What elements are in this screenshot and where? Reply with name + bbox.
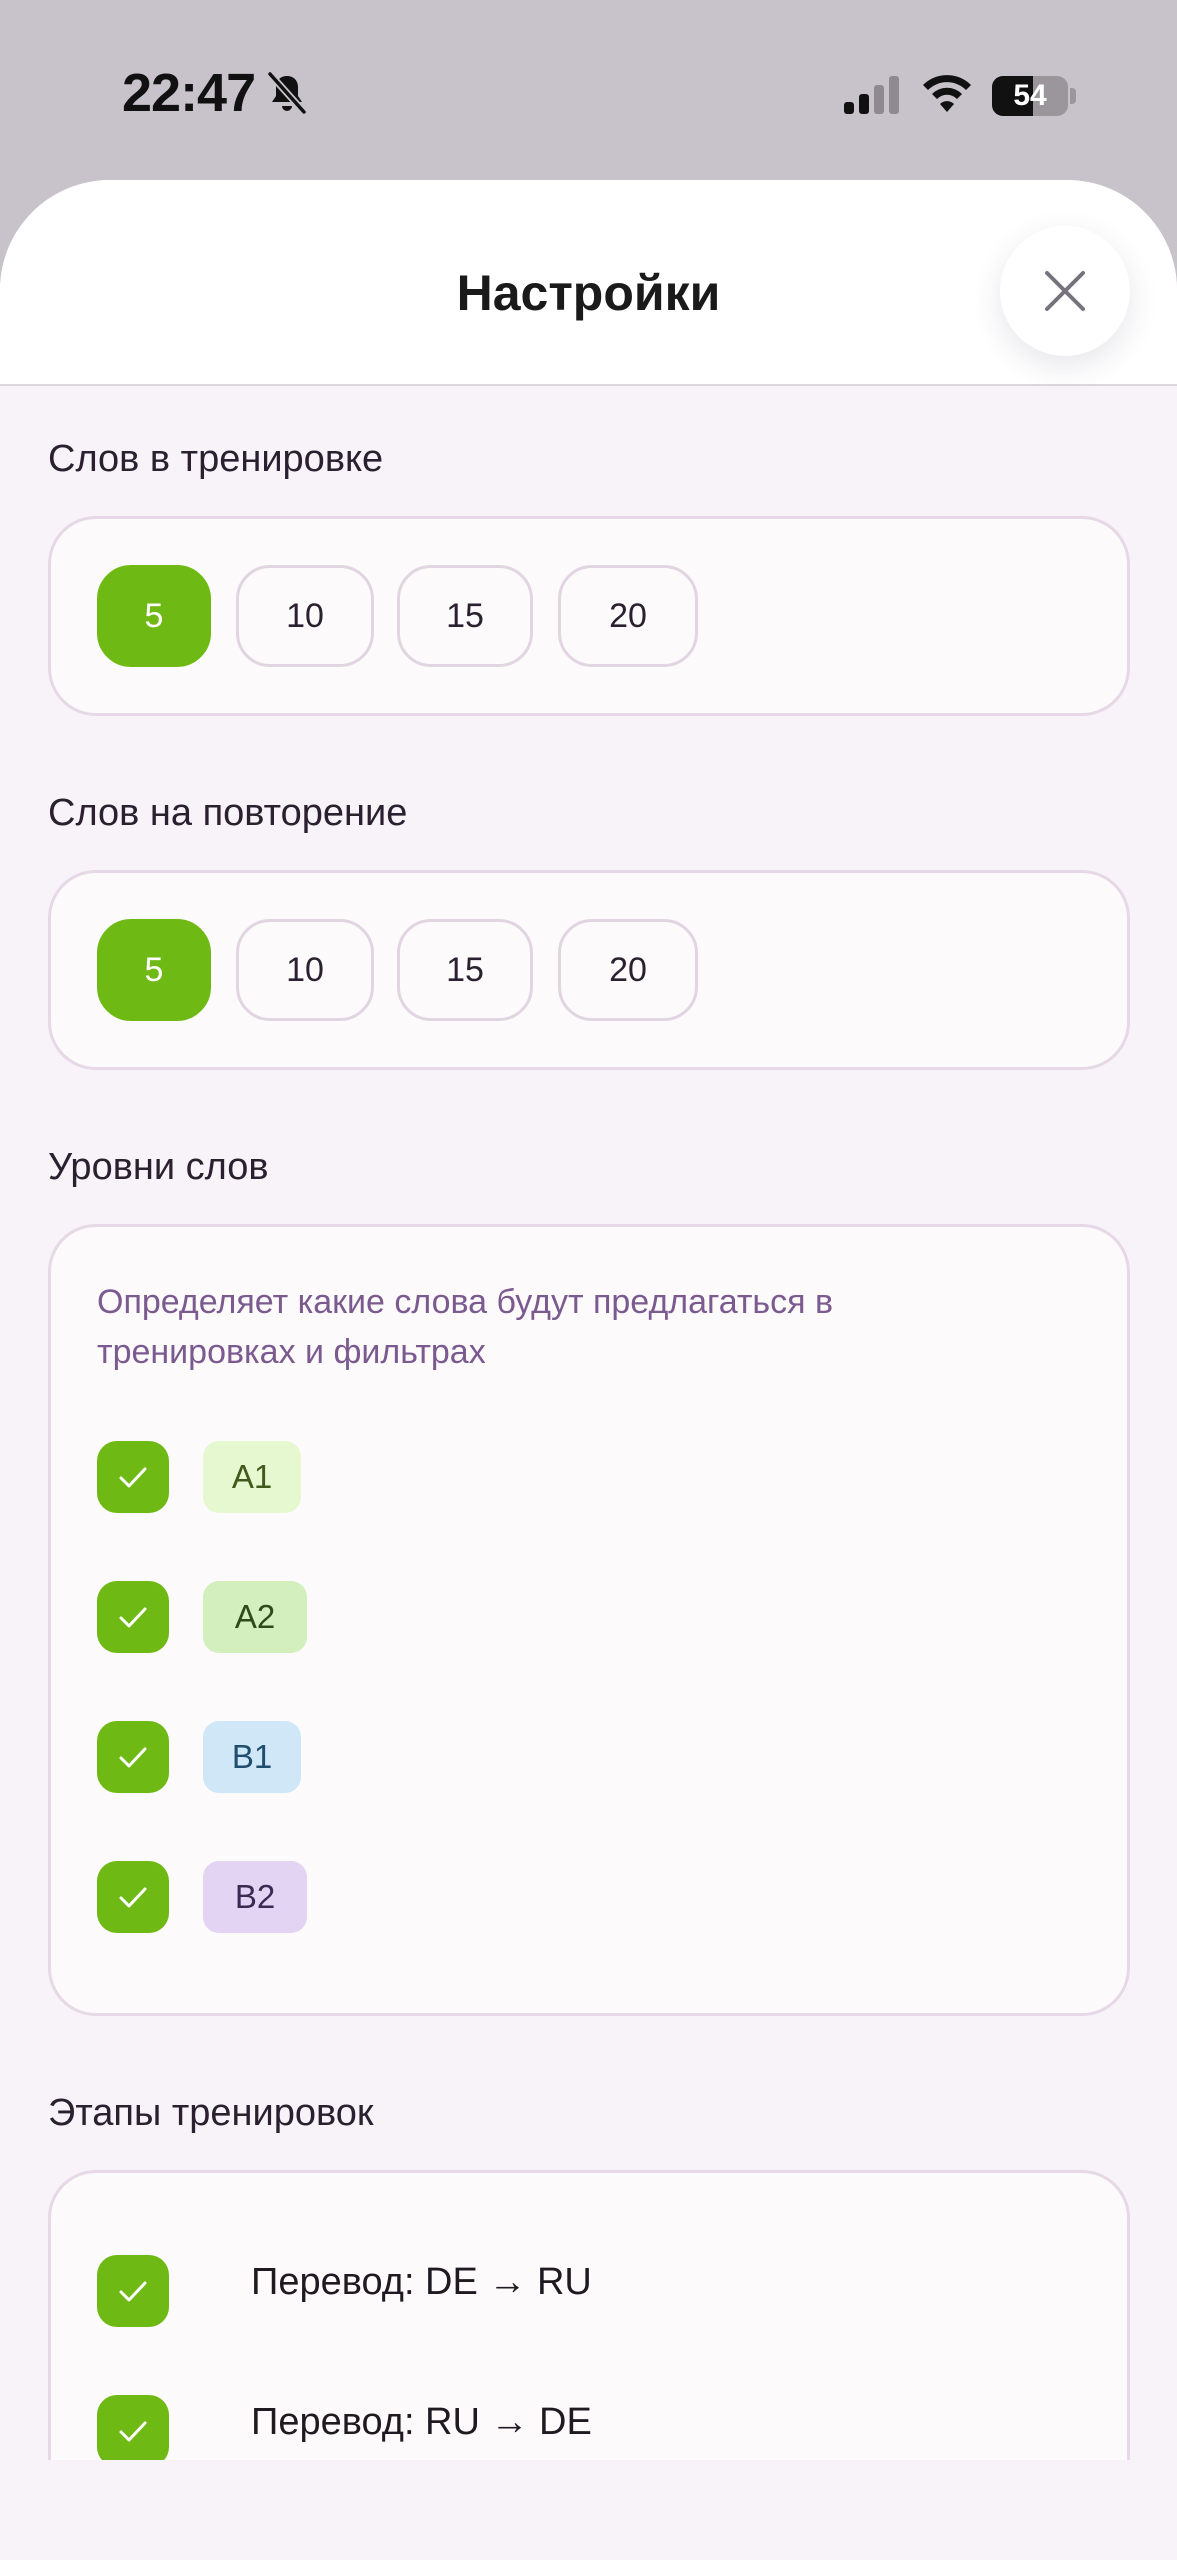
- level-checkbox-b2[interactable]: [97, 1861, 169, 1933]
- battery-nub: [1070, 88, 1076, 104]
- words-in-training-option-10[interactable]: 10: [236, 565, 374, 667]
- checkmark-icon: [119, 2421, 147, 2442]
- level-row-a2[interactable]: A2: [97, 1581, 997, 1653]
- words-for-review-option-5[interactable]: 5: [97, 919, 211, 1021]
- words-in-training-option-20[interactable]: 20: [558, 565, 698, 667]
- close-button[interactable]: [1000, 226, 1130, 356]
- level-badge-b2: B2: [203, 1861, 307, 1933]
- words-for-review-card: 5 10 15 20: [48, 870, 1130, 1070]
- words-for-review-option-15[interactable]: 15: [397, 919, 533, 1021]
- checkmark-icon: [119, 2281, 147, 2302]
- section-label-words-for-review: Слов на повторение: [48, 792, 408, 834]
- bell-slash-icon: [267, 71, 307, 115]
- close-icon: [1045, 271, 1085, 311]
- checkmark-icon: [119, 1467, 147, 1488]
- stage-label-ru-de: Перевод: RU → DE: [251, 2401, 592, 2443]
- stage-checkbox-ru-de[interactable]: [97, 2395, 169, 2467]
- level-checkbox-a1[interactable]: [97, 1441, 169, 1513]
- level-badge-a2: A2: [203, 1581, 307, 1653]
- level-row-b1[interactable]: B1: [97, 1721, 997, 1793]
- section-label-words-in-training: Слов в тренировке: [48, 438, 384, 480]
- sheet-header: Настройки: [0, 180, 1177, 386]
- level-badge-a1: A1: [203, 1441, 301, 1513]
- words-in-training-option-5[interactable]: 5: [97, 565, 211, 667]
- checkmark-icon: [119, 1607, 147, 1628]
- level-row-a1[interactable]: A1: [97, 1441, 997, 1513]
- stage-row-ru-de[interactable]: Перевод: RU → DE: [97, 2395, 997, 2467]
- stage-label-de-ru: Перевод: DE → RU: [251, 2261, 592, 2303]
- section-label-training-stages: Этапы тренировок: [48, 2092, 374, 2134]
- word-levels-card: Определяет какие слова будут предлагатьс…: [48, 1224, 1130, 2016]
- stage-checkbox-de-ru[interactable]: [97, 2255, 169, 2327]
- level-checkbox-b1[interactable]: [97, 1721, 169, 1793]
- settings-sheet: Настройки Слов в тренировке 5 10 15 20 С…: [0, 180, 1177, 2560]
- section-label-word-levels: Уровни слов: [48, 1146, 269, 1188]
- level-badge-b1: B1: [203, 1721, 301, 1793]
- words-for-review-option-10[interactable]: 10: [236, 919, 374, 1021]
- words-in-training-card: 5 10 15 20: [48, 516, 1130, 716]
- status-bar: 22:47 54: [0, 0, 1177, 190]
- level-checkbox-a2[interactable]: [97, 1581, 169, 1653]
- level-row-b2[interactable]: B2: [97, 1861, 997, 1933]
- stage-row-de-ru[interactable]: Перевод: DE → RU: [97, 2255, 997, 2327]
- checkmark-icon: [119, 1887, 147, 1908]
- battery-level: 54: [1013, 79, 1047, 112]
- words-for-review-option-20[interactable]: 20: [558, 919, 698, 1021]
- checkmark-icon: [119, 1747, 147, 1768]
- bottom-fade: [0, 2460, 1177, 2560]
- cellular-signal-icon: [844, 76, 899, 114]
- word-levels-description: Определяет какие слова будут предлагатьс…: [97, 1283, 834, 1371]
- wifi-icon: [923, 75, 971, 112]
- battery-icon: 54: [992, 76, 1068, 116]
- words-in-training-option-15[interactable]: 15: [397, 565, 533, 667]
- status-time: 22:47: [122, 63, 256, 123]
